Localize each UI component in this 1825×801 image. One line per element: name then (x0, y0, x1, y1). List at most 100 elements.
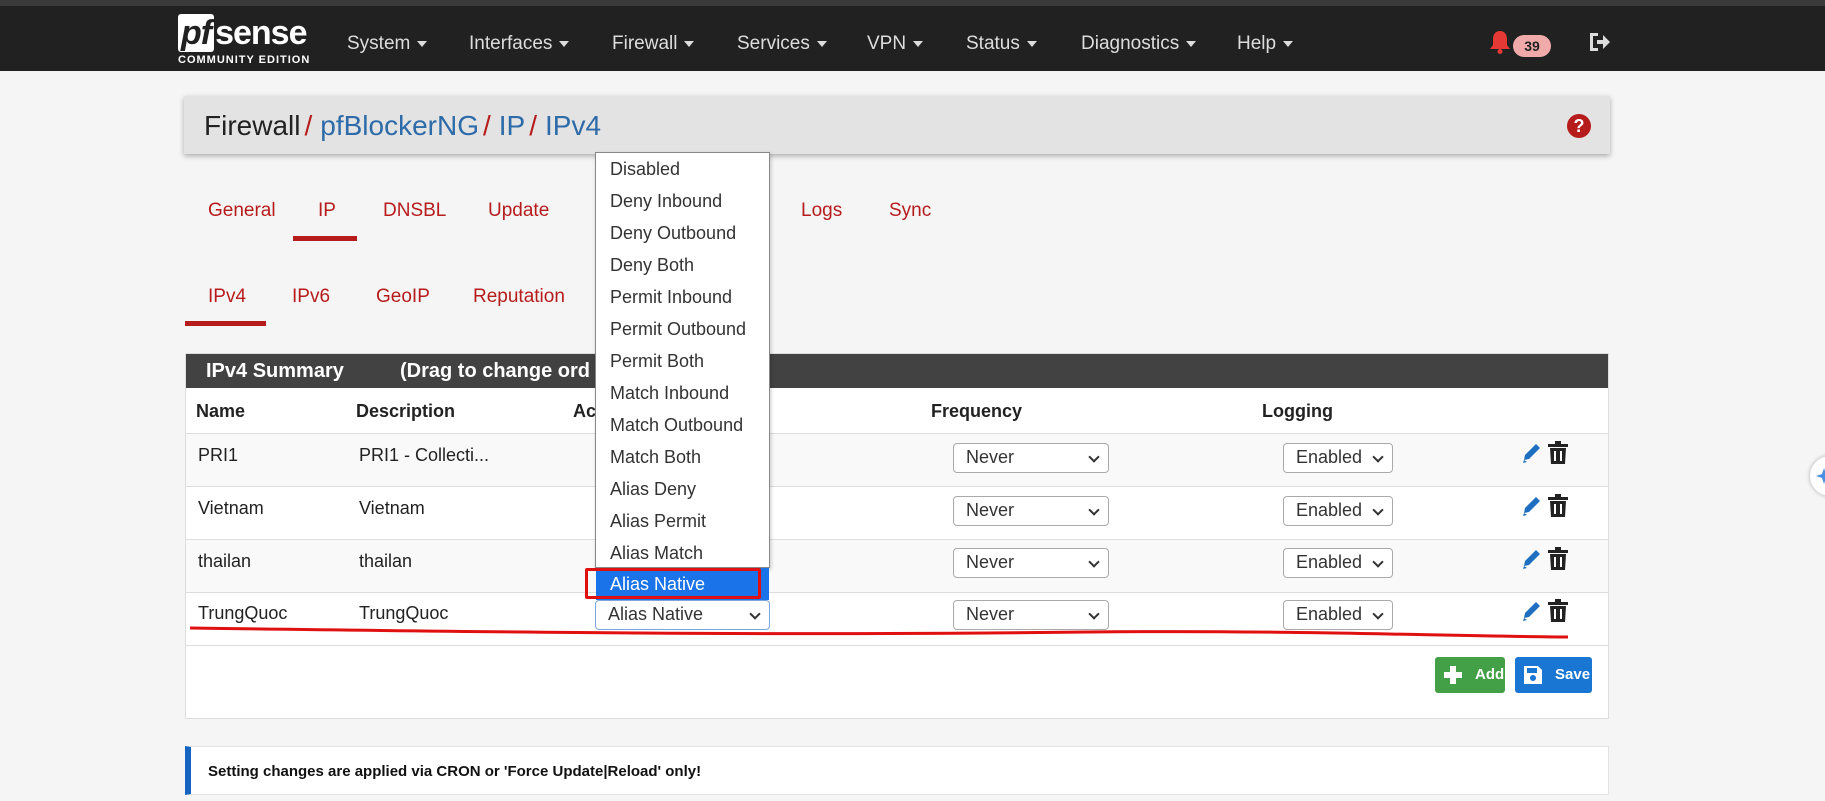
panel-subtitle: (Drag to change ord (400, 360, 591, 382)
edition-label: COMMUNITY EDITION (178, 54, 311, 66)
panel-heading: IPv4 Summary (Drag to change ord (186, 354, 1608, 388)
breadcrumb-ipv4[interactable]: IPv4 (545, 110, 601, 141)
logging-select[interactable]: Enabled (1283, 443, 1393, 473)
menu-help[interactable]: Help (1237, 33, 1294, 55)
option-deny-inbound[interactable]: Deny Inbound (596, 185, 769, 217)
logo-pf: pf (178, 14, 215, 52)
chevron-down-icon (1372, 451, 1384, 463)
notification-badge[interactable]: 39 (1513, 35, 1551, 57)
add-button[interactable]: Add (1435, 657, 1505, 693)
chevron-down-icon (1372, 608, 1384, 620)
subtab-geoip[interactable]: GeoIP (376, 286, 430, 308)
logo-sense: sense (215, 14, 307, 52)
option-match-both[interactable]: Match Both (596, 441, 769, 473)
header-name: Name (196, 401, 246, 421)
tab-update[interactable]: Update (488, 200, 549, 222)
row-description: Vietnam (359, 498, 425, 518)
save-button[interactable]: Save (1515, 657, 1592, 693)
row-name: PRI1 (198, 445, 239, 465)
trash-icon[interactable] (1547, 599, 1569, 623)
menu-services[interactable]: Services (737, 33, 827, 55)
tab-ip[interactable]: IP (318, 200, 336, 222)
pfsense-logo[interactable]: pf sense COMMUNITY EDITION (178, 14, 318, 70)
menu-status[interactable]: Status (966, 33, 1037, 55)
caret-down-icon (559, 40, 570, 47)
option-disabled[interactable]: Disabled (596, 153, 769, 185)
tab-general[interactable]: General (208, 200, 276, 222)
pencil-icon[interactable] (1521, 599, 1543, 623)
menu-firewall[interactable]: Firewall (612, 33, 695, 55)
pencil-icon[interactable] (1521, 441, 1543, 465)
caret-down-icon (1026, 40, 1037, 47)
action-dropdown-list[interactable]: Disabled Deny Inbound Deny Outbound Deny… (595, 152, 770, 568)
menu-system[interactable]: System (347, 33, 428, 55)
logout-icon[interactable] (1587, 30, 1611, 54)
frequency-select[interactable]: Never (953, 548, 1109, 578)
option-permit-inbound[interactable]: Permit Inbound (596, 281, 769, 313)
panel-title: IPv4 Summary (206, 360, 344, 382)
menu-vpn[interactable]: VPN (867, 33, 924, 55)
chevron-down-icon (1372, 504, 1384, 516)
option-match-inbound[interactable]: Match Inbound (596, 377, 769, 409)
trash-icon[interactable] (1547, 441, 1569, 465)
info-callout: Setting changes are applied via CRON or … (185, 746, 1609, 795)
pencil-icon[interactable] (1521, 494, 1543, 518)
caret-down-icon (913, 40, 924, 47)
header-logging: Logging (1262, 401, 1333, 421)
menu-interfaces[interactable]: Interfaces (469, 33, 570, 55)
table-bottom-border (186, 645, 1608, 646)
top-navbar: pf sense COMMUNITY EDITION System Interfa… (0, 0, 1825, 71)
caret-down-icon (417, 40, 428, 47)
option-permit-both[interactable]: Permit Both (596, 345, 769, 377)
tab-ip-active-underline (293, 236, 357, 241)
chevron-down-icon (1088, 451, 1100, 463)
chevron-down-icon (749, 608, 761, 620)
chevron-down-icon (1088, 556, 1100, 568)
frequency-select[interactable]: Never (953, 496, 1109, 526)
menu-diagnostics[interactable]: Diagnostics (1081, 33, 1197, 55)
row-description: PRI1 - Collecti... (359, 445, 490, 465)
caret-down-icon (684, 40, 695, 47)
tab-sync[interactable]: Sync (889, 200, 931, 222)
option-deny-outbound[interactable]: Deny Outbound (596, 217, 769, 249)
header-action: Ac (573, 401, 597, 421)
tab-dnsbl[interactable]: DNSBL (383, 200, 446, 222)
subtab-reputation[interactable]: Reputation (473, 286, 565, 308)
bell-icon[interactable] (1489, 30, 1511, 54)
row-name: TrungQuoc (198, 603, 288, 623)
subtab-ipv4[interactable]: IPv4 (208, 286, 246, 308)
caret-down-icon (1186, 40, 1197, 47)
pencil-icon[interactable] (1521, 547, 1543, 571)
option-match-outbound[interactable]: Match Outbound (596, 409, 769, 441)
breadcrumb-pfblockerng[interactable]: pfBlockerNG (320, 110, 479, 141)
chevron-down-icon (1372, 556, 1384, 568)
frequency-select[interactable]: Never (953, 443, 1109, 473)
option-alias-permit[interactable]: Alias Permit (596, 505, 769, 537)
subtab-ipv6[interactable]: IPv6 (292, 286, 330, 308)
row-name: thailan (198, 551, 252, 571)
breadcrumb-panel: Firewall / pfBlockerNG / IP / IPv4 (184, 96, 1610, 154)
help-icon[interactable]: ? (1567, 114, 1591, 138)
breadcrumb-ip[interactable]: IP (499, 110, 525, 141)
info-text: Setting changes are applied via CRON or … (208, 763, 702, 780)
tab-logs[interactable]: Logs (801, 200, 842, 222)
logging-select[interactable]: Enabled (1283, 496, 1393, 526)
option-alias-match[interactable]: Alias Match (596, 537, 769, 569)
sparkle-icon (1816, 468, 1825, 484)
caret-down-icon (816, 40, 827, 47)
option-alias-deny[interactable]: Alias Deny (596, 473, 769, 505)
breadcrumb-root: Firewall (204, 110, 301, 141)
subtab-ipv4-active-underline (185, 321, 266, 326)
plus-icon (1444, 666, 1462, 684)
option-alias-native[interactable]: Alias Native (596, 568, 769, 600)
trash-icon[interactable] (1547, 494, 1569, 518)
floating-widget[interactable] (1810, 456, 1825, 496)
option-permit-outbound[interactable]: Permit Outbound (596, 313, 769, 345)
row-description: thailan (359, 551, 413, 571)
logging-select[interactable]: Enabled (1283, 548, 1393, 578)
trash-icon[interactable] (1547, 547, 1569, 571)
red-underline-annotation (189, 626, 1569, 639)
breadcrumb: Firewall / pfBlockerNG / IP / IPv4 (204, 110, 602, 141)
row-description: TrungQuoc (359, 603, 449, 623)
option-deny-both[interactable]: Deny Both (596, 249, 769, 281)
